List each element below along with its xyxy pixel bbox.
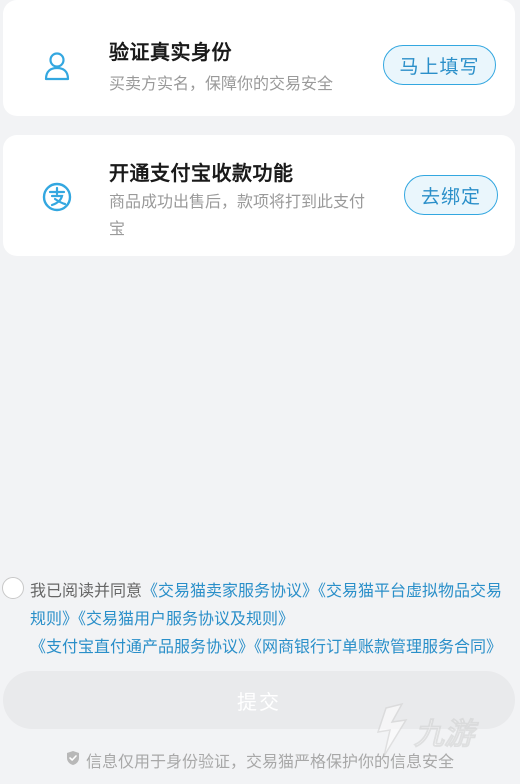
agreement-checkbox[interactable] [2,577,24,599]
alipay-card: 开通支付宝收款功能 商品成功出售后，款项将打到此支付宝 去绑定 [3,135,515,256]
bind-alipay-button[interactable]: 去绑定 [404,175,498,215]
agreement-link-seller-service[interactable]: 《交易猫卖家服务协议》 [142,581,318,600]
agreement-link-alipay-direct-pay[interactable]: 《支付宝直付通产品服务协议》 [30,637,254,656]
jiuyou-logo-icon: 九游 [372,700,492,762]
fill-now-button[interactable]: 马上填写 [383,45,496,85]
agreement-link-user-service[interactable]: 《交易猫用户服务协议及规则》 [78,609,294,628]
watermark-text: 九游 [413,717,479,752]
user-icon [37,46,77,86]
shield-icon [66,750,80,770]
alipay-card-title: 开通支付宝收款功能 [109,161,294,185]
agreement-prefix: 我已阅读并同意 [30,581,143,600]
alipay-icon [37,177,77,217]
identity-card-title: 验证真实身份 [109,40,232,64]
identity-card: 验证真实身份 买卖方实名，保障你的交易安全 马上填写 [3,0,515,116]
agreement-text: 我已阅读并同意《交易猫卖家服务协议》《交易猫平台虚拟物品交易规则》《交易猫用户服… [30,577,508,661]
identity-card-description: 买卖方实名，保障你的交易安全 [109,74,334,93]
alipay-card-description: 商品成功出售后，款项将打到此支付宝 [109,192,366,238]
agreement-link-mybank-contract[interactable]: 《网商银行订单账款管理服务合同》 [254,637,502,656]
